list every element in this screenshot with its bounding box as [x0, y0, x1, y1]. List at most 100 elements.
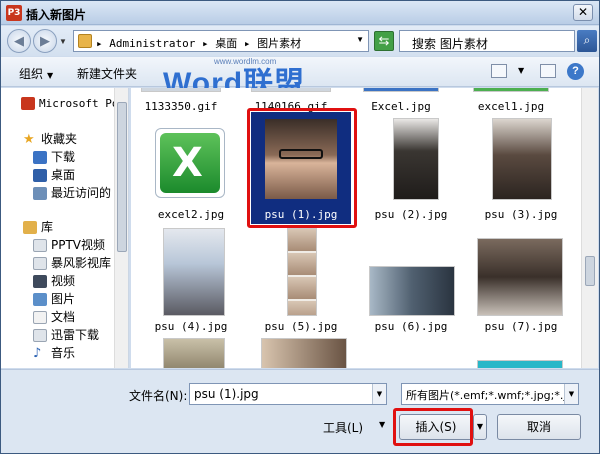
- address-bar: ◀ ▶ ▼ ▸ Administrator ▸ 桌面 ▸ 图片素材 ▼ ⇆ 搜索…: [1, 26, 599, 56]
- file-thumbnail[interactable]: [473, 88, 549, 92]
- nav-item-videos[interactable]: 视频: [33, 272, 75, 290]
- music-icon: ♪: [33, 346, 42, 361]
- nav-item-libraries[interactable]: 库: [23, 218, 53, 236]
- nav-label: 最近访问的: [51, 186, 112, 200]
- file-thumbnail[interactable]: [369, 266, 455, 316]
- nav-item-pictures[interactable]: 图片: [33, 290, 75, 308]
- nav-item-music[interactable]: ♪ 音乐: [33, 344, 75, 362]
- nav-item-pptv[interactable]: PPTV视频: [33, 236, 105, 254]
- navigation-pane: Microsoft Po ★ 收藏夹 下载 桌面 最近访问的 库 PPTV视频 暴…: [1, 88, 129, 368]
- file-name[interactable]: excel2.jpg: [141, 208, 241, 221]
- nav-label: Microsoft Po: [39, 97, 119, 110]
- file-thumbnail[interactable]: [251, 88, 331, 92]
- command-toolbar: 组织 ▼ 新建文件夹 Word联盟 www.wordlm.com ▼ ?: [1, 57, 599, 101]
- nav-label: 视频: [51, 274, 76, 288]
- file-name[interactable]: psu (3).jpg: [471, 208, 571, 221]
- filename-label: 文件名(N):: [129, 389, 188, 403]
- file-thumbnail[interactable]: [261, 338, 347, 368]
- folder-icon: [33, 257, 47, 270]
- nav-scrollbar[interactable]: [114, 88, 128, 368]
- files-scrollbar[interactable]: [581, 88, 598, 368]
- back-button[interactable]: ◀: [7, 29, 31, 53]
- change-view-icon[interactable]: [491, 64, 507, 78]
- nav-label: 下载: [51, 150, 76, 164]
- folder-icon: [33, 329, 47, 342]
- files-scroll-thumb[interactable]: [585, 256, 595, 286]
- search-input[interactable]: 搜索 图片素材: [399, 30, 575, 52]
- file-thumbnail[interactable]: [287, 228, 317, 316]
- file-thumbnail[interactable]: [477, 238, 563, 316]
- chevron-down-icon: ▼: [47, 71, 54, 80]
- file-name[interactable]: psu (7).jpg: [471, 320, 571, 333]
- file-thumbnail[interactable]: [477, 360, 563, 368]
- file-name[interactable]: psu (6).jpg: [361, 320, 461, 333]
- tools-dropdown-icon[interactable]: ▼: [379, 420, 385, 429]
- file-thumbnail[interactable]: [363, 88, 439, 92]
- powerpoint-icon: P3: [6, 5, 22, 21]
- desktop-icon: [33, 169, 47, 182]
- tools-button[interactable]: 工具(L): [323, 419, 363, 436]
- file-name[interactable]: Excel.jpg: [351, 100, 451, 113]
- nav-item-downloads[interactable]: 下载: [33, 148, 75, 166]
- excel-file-icon[interactable]: X: [155, 128, 225, 198]
- chevron-down-icon[interactable]: ▼: [564, 384, 578, 404]
- history-dropdown-icon[interactable]: ▼: [59, 37, 67, 46]
- path-breadcrumb[interactable]: ▸ Administrator ▸ 桌面 ▸ 图片素材 ▼: [73, 30, 369, 52]
- organize-label: 组织: [19, 67, 44, 81]
- forward-button[interactable]: ▶: [33, 29, 57, 53]
- organize-menu[interactable]: 组织 ▼: [19, 65, 53, 82]
- nav-label: 音乐: [51, 346, 76, 360]
- insert-dropdown-button[interactable]: ▼: [473, 414, 487, 440]
- refresh-button[interactable]: ⇆: [374, 31, 394, 51]
- highlight-box: [393, 408, 473, 446]
- file-name[interactable]: excel1.jpg: [461, 100, 561, 113]
- nav-item-favorites[interactable]: ★ 收藏夹: [23, 130, 77, 148]
- library-icon: [23, 221, 37, 234]
- nav-item-baofeng[interactable]: 暴风影视库: [33, 254, 111, 272]
- documents-icon: [33, 311, 47, 324]
- nav-item-documents[interactable]: 文档: [33, 308, 75, 326]
- nav-label: PPTV视频: [51, 238, 106, 252]
- video-icon: [33, 275, 47, 288]
- nav-label: 文档: [51, 310, 76, 324]
- search-icon[interactable]: ⌕: [577, 30, 597, 52]
- chevron-down-icon[interactable]: ▼: [372, 384, 386, 404]
- filename-value: psu (1).jpg: [194, 387, 259, 401]
- file-grid: 1133350.gif 1140166.gif Excel.jpg excel1…: [131, 88, 581, 368]
- file-thumbnail[interactable]: [163, 228, 225, 316]
- file-name[interactable]: psu (5).jpg: [251, 320, 351, 333]
- cancel-button[interactable]: 取消: [497, 414, 581, 440]
- powerpoint-icon: [21, 97, 35, 110]
- nav-item-recent[interactable]: 最近访问的: [33, 184, 111, 202]
- watermark-url: www.wordlm.com: [214, 57, 277, 66]
- nav-scroll-thumb[interactable]: [117, 102, 127, 252]
- new-folder-button[interactable]: 新建文件夹: [77, 65, 137, 82]
- pictures-icon: [33, 293, 47, 306]
- view-dropdown-icon[interactable]: ▼: [518, 66, 524, 75]
- file-type-select[interactable]: 所有图片(*.emf;*.wmf;*.jpg;*.jp ▼: [401, 383, 579, 405]
- help-icon[interactable]: ?: [567, 63, 584, 80]
- recent-places-icon: [33, 187, 47, 200]
- file-thumbnail[interactable]: [393, 118, 439, 200]
- close-button[interactable]: ✕: [573, 4, 593, 21]
- file-name[interactable]: psu (4).jpg: [141, 320, 241, 333]
- chevron-down-icon[interactable]: ▼: [356, 35, 364, 44]
- search-placeholder: 搜索 图片素材: [412, 37, 488, 51]
- bottom-panel: 文件名(N): psu (1).jpg ▼ 所有图片(*.emf;*.wmf;*…: [1, 369, 599, 453]
- path-text: ▸ Administrator ▸ 桌面 ▸ 图片素材: [96, 37, 302, 50]
- file-thumbnail[interactable]: [163, 338, 225, 368]
- nav-label: 桌面: [51, 168, 76, 182]
- file-name[interactable]: psu (2).jpg: [361, 208, 461, 221]
- insert-picture-dialog: P3 插入新图片 ✕ ◀ ▶ ▼ ▸ Administrator ▸ 桌面 ▸ …: [0, 0, 600, 454]
- preview-pane-icon[interactable]: [540, 64, 556, 78]
- file-thumbnail[interactable]: [492, 118, 552, 200]
- nav-item-desktop[interactable]: 桌面: [33, 166, 75, 184]
- highlight-box: [247, 108, 357, 228]
- dialog-title: 插入新图片: [26, 8, 87, 22]
- nav-item-microsoft-powerpoint[interactable]: Microsoft Po: [21, 96, 118, 114]
- file-name[interactable]: 1133350.gif: [131, 100, 231, 113]
- filename-field[interactable]: psu (1).jpg ▼: [189, 383, 387, 405]
- nav-item-thunder[interactable]: 迅雷下载: [33, 326, 99, 344]
- download-folder-icon: [33, 151, 47, 164]
- file-thumbnail[interactable]: [141, 88, 221, 92]
